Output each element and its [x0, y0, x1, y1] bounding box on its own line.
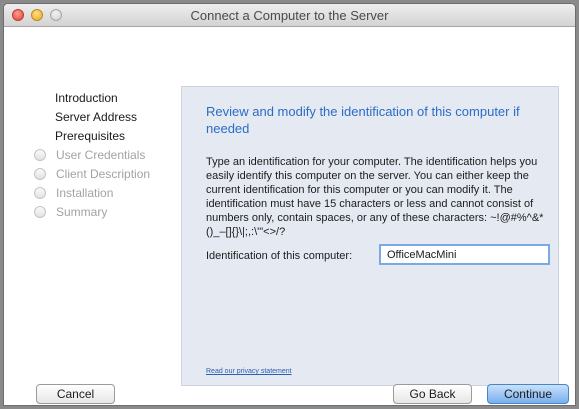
title-bar: Connect a Computer to the Server: [4, 4, 575, 27]
panel-description: Type an identification for your computer…: [206, 156, 544, 238]
step-label: Summary: [56, 205, 108, 219]
step-label: Client Description: [56, 167, 151, 181]
privacy-statement-link[interactable]: Read our privacy statement: [206, 368, 292, 375]
step-introduction: Introduction: [55, 91, 118, 105]
step-label: Installation: [56, 186, 114, 200]
window-title: Connect a Computer to the Server: [190, 8, 389, 23]
step-installation: Installation: [28, 184, 178, 203]
panel-heading: Review and modify the identification of …: [206, 104, 520, 136]
identification-input[interactable]: [379, 244, 550, 265]
step-server-address: Server Address: [55, 110, 138, 124]
continue-button[interactable]: Continue: [487, 384, 569, 404]
go-back-button[interactable]: Go Back: [393, 384, 472, 404]
step-list: Introduction Server Address Prerequisite…: [28, 89, 178, 222]
step-bullet-icon: [34, 149, 46, 161]
step-prerequisites: Prerequisites: [55, 129, 126, 143]
cancel-button[interactable]: Cancel: [36, 384, 115, 404]
step-bullet-icon: [34, 168, 46, 180]
step-label: User Credentials: [56, 148, 146, 162]
step-summary: Summary: [28, 203, 178, 222]
step-bullet-icon: [34, 206, 46, 218]
identification-label: Identification of this computer:: [206, 250, 353, 262]
step-user-credentials: User Credentials: [28, 146, 178, 165]
step-bullet-icon: [34, 187, 46, 199]
step-client-description: Client Description: [28, 165, 178, 184]
wizard-content: Introduction Server Address Prerequisite…: [4, 27, 575, 405]
identification-panel: Review and modify the identification of …: [181, 86, 559, 386]
setup-window: Connect a Computer to the Server Introdu…: [3, 3, 576, 406]
